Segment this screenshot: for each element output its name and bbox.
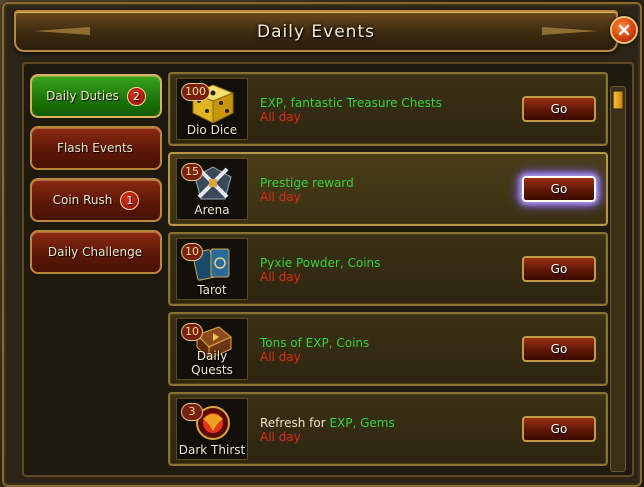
scrollbar-thumb[interactable] bbox=[613, 91, 623, 109]
event-duration: All day bbox=[260, 110, 301, 124]
event-list: 100 Dio Dice EXP, fantastic Treasure Che… bbox=[168, 72, 608, 474]
content-panel: Daily Duties 2 Flash Events Coin Rush 1 … bbox=[22, 62, 634, 477]
event-name: Dio Dice bbox=[186, 123, 238, 137]
event-reward: EXP, fantastic Treasure Chests bbox=[260, 96, 442, 110]
event-row-dio-dice: 100 Dio Dice EXP, fantastic Treasure Che… bbox=[168, 72, 608, 146]
category-sidebar: Daily Duties 2 Flash Events Coin Rush 1 … bbox=[30, 74, 162, 282]
go-button[interactable]: Go bbox=[522, 416, 596, 442]
go-button[interactable]: Go bbox=[522, 176, 596, 202]
sidebar-item-daily-duties[interactable]: Daily Duties 2 bbox=[30, 74, 162, 118]
event-count: 10 bbox=[181, 323, 203, 341]
close-icon bbox=[618, 24, 630, 36]
event-row-dark-thirst: 3 Dark Thirst Refresh for EXP, Gems All … bbox=[168, 392, 608, 466]
event-icon-frame: 100 Dio Dice bbox=[176, 78, 248, 140]
event-reward: Refresh for EXP, Gems bbox=[260, 416, 395, 430]
sidebar-item-label: Flash Events bbox=[57, 141, 133, 155]
event-count: 15 bbox=[181, 163, 203, 181]
event-name: Tarot bbox=[197, 283, 227, 297]
event-icon-frame: 3 Dark Thirst bbox=[176, 398, 248, 460]
event-row-arena: 15 Arena Prestige reward All day Go bbox=[168, 152, 608, 226]
go-button[interactable]: Go bbox=[522, 256, 596, 282]
event-list-scrollbar[interactable] bbox=[610, 86, 626, 472]
sidebar-item-label: Daily Challenge bbox=[47, 245, 143, 259]
daily-events-window: Daily Events Daily Duties 2 Flash Events… bbox=[2, 2, 642, 487]
event-name: Daily Quests bbox=[191, 349, 233, 377]
event-reward: Tons of EXP, Coins bbox=[260, 336, 370, 350]
event-reward: Prestige reward bbox=[260, 176, 354, 190]
sidebar-item-label: Coin Rush bbox=[52, 193, 113, 207]
event-count: 10 bbox=[181, 243, 203, 261]
sidebar-item-label: Daily Duties bbox=[46, 89, 119, 103]
title-bar: Daily Events bbox=[14, 10, 618, 52]
event-icon-frame: 10 Daily Quests bbox=[176, 318, 248, 380]
event-icon-frame: 10 Tarot bbox=[176, 238, 248, 300]
notification-badge: 1 bbox=[120, 190, 140, 210]
event-reward: Pyxie Powder, Coins bbox=[260, 256, 381, 270]
event-row-tarot: 10 Tarot Pyxie Powder, Coins All day Go bbox=[168, 232, 608, 306]
event-count: 3 bbox=[181, 403, 203, 421]
sidebar-item-coin-rush[interactable]: Coin Rush 1 bbox=[30, 178, 162, 222]
event-count: 100 bbox=[181, 83, 210, 101]
event-duration: All day bbox=[260, 190, 301, 204]
event-duration: All day bbox=[260, 430, 301, 444]
event-name: Arena bbox=[194, 203, 230, 217]
sidebar-item-daily-challenge[interactable]: Daily Challenge bbox=[30, 230, 162, 274]
wing-ornament-icon bbox=[542, 27, 598, 35]
event-icon-frame: 15 Arena bbox=[176, 158, 248, 220]
event-duration: All day bbox=[260, 350, 301, 364]
event-name: Dark Thirst bbox=[178, 443, 246, 457]
sidebar-item-flash-events[interactable]: Flash Events bbox=[30, 126, 162, 170]
event-row-daily-quests: 10 Daily Quests Tons of EXP, Coins All d… bbox=[168, 312, 608, 386]
go-button[interactable]: Go bbox=[522, 336, 596, 362]
event-duration: All day bbox=[260, 270, 301, 284]
close-button[interactable] bbox=[610, 16, 638, 44]
notification-badge: 2 bbox=[126, 86, 146, 106]
go-button[interactable]: Go bbox=[522, 96, 596, 122]
window-title: Daily Events bbox=[257, 22, 375, 42]
